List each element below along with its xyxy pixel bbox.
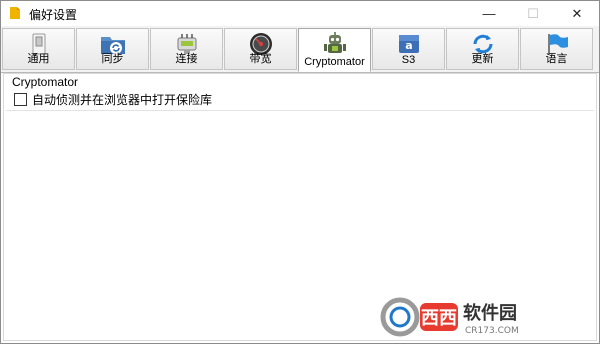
tab-label: Cryptomator <box>304 56 365 68</box>
app-icon <box>10 7 20 19</box>
preferences-window: 偏好设置 — ☐ ✕ 通用 同步 连接 带宽 Cryptomator a S3 … <box>0 0 600 344</box>
preferences-tab-bar: 通用 同步 连接 带宽 Cryptomator a S3 更新 语言 <box>1 26 599 73</box>
title-bar: 偏好设置 — ☐ ✕ <box>1 1 599 26</box>
tab-s3[interactable]: a S3 <box>372 28 445 70</box>
close-button[interactable]: ✕ <box>555 1 599 26</box>
tab-general[interactable]: 通用 <box>2 28 75 70</box>
tab-label: 更新 <box>471 53 494 65</box>
tab-update[interactable]: 更新 <box>446 28 519 70</box>
tab-label: S3 <box>401 54 416 66</box>
separator <box>6 110 594 111</box>
tab-language[interactable]: 语言 <box>520 28 593 70</box>
tab-sync[interactable]: 同步 <box>76 28 149 70</box>
auto-detect-vault-option[interactable]: 自动侦测并在浏览器中打开保险库 <box>14 91 212 108</box>
cryptomator-robot-icon <box>323 32 346 53</box>
svg-text:CR173.COM: CR173.COM <box>465 326 519 336</box>
tab-label: 连接 <box>175 53 198 65</box>
tab-cryptomator[interactable]: Cryptomator <box>298 28 371 72</box>
tab-label: 通用 <box>27 53 50 65</box>
svg-text:a: a <box>405 39 412 52</box>
group-title: Cryptomator <box>12 75 79 89</box>
tab-connection[interactable]: 连接 <box>150 28 223 70</box>
window-title: 偏好设置 <box>29 8 78 22</box>
minimize-button[interactable]: — <box>467 1 511 26</box>
auto-detect-vault-label: 自动侦测并在浏览器中打开保险库 <box>32 93 213 107</box>
svg-text:软件园: 软件园 <box>463 302 517 324</box>
svg-text:西西: 西西 <box>421 308 457 329</box>
tab-label: 带宽 <box>249 53 272 65</box>
tab-label: 同步 <box>101 53 124 65</box>
amazon-s3-icon: a <box>398 35 419 53</box>
tab-label: 语言 <box>545 53 568 65</box>
tab-bandwidth[interactable]: 带宽 <box>224 28 297 70</box>
auto-detect-vault-checkbox[interactable] <box>14 93 27 106</box>
maximize-button[interactable]: ☐ <box>511 1 555 26</box>
watermark-logo: 西西 软件园 CR173.COM <box>380 297 519 337</box>
